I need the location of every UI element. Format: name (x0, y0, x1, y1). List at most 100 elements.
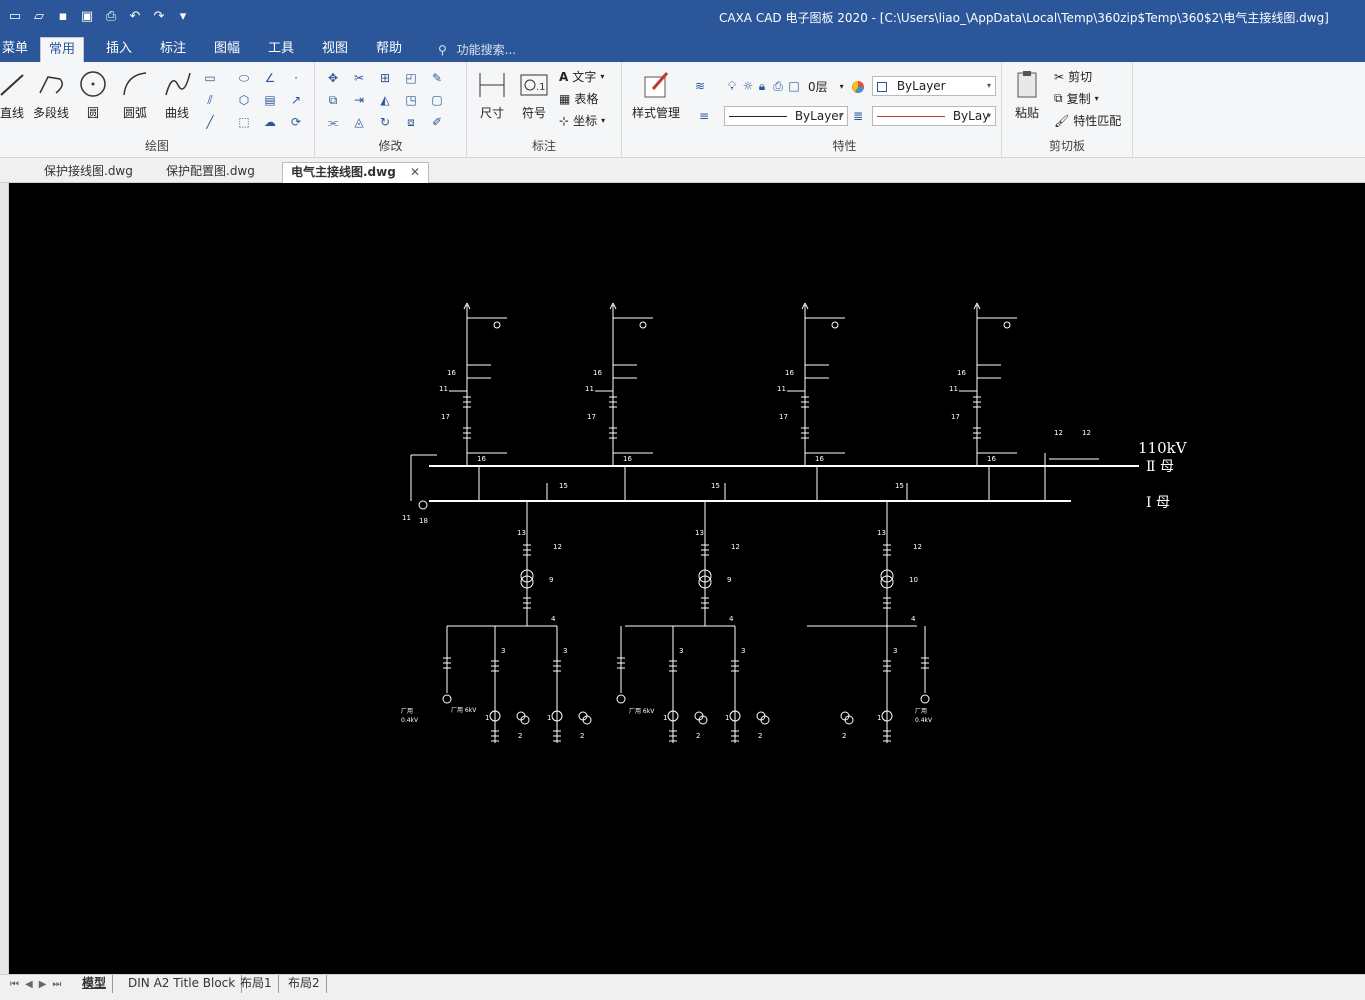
undo-icon[interactable]: ↶ (126, 7, 144, 25)
redo-icon[interactable]: ↷ (150, 7, 168, 25)
stretch-icon[interactable]: ▢ (429, 92, 445, 108)
style-manager-button[interactable]: 样式管理 (628, 68, 684, 121)
symbol-button[interactable]: .1 符号 (517, 68, 551, 121)
menu-tab-menu[interactable]: 菜单 (0, 37, 36, 62)
arc-button[interactable]: 圆弧 (118, 68, 152, 121)
close-icon[interactable]: ✕ (410, 165, 420, 179)
circle-button[interactable]: 圆 (76, 68, 110, 121)
last-layout-icon[interactable]: ⏭ (52, 979, 61, 990)
break-icon[interactable]: ◬ (351, 114, 367, 130)
save-icon[interactable]: ▪ (54, 7, 72, 25)
scissors-icon: ✂ (1054, 69, 1065, 84)
diagram-number: 10 (909, 576, 918, 584)
layer-select[interactable]: 0层 ▾ (808, 78, 844, 95)
left-side-panel[interactable] (0, 183, 9, 974)
lineweight-select[interactable]: ByLay ▾ (872, 106, 996, 126)
copy-button[interactable]: ⧉ 复制 ▾ (1054, 90, 1099, 107)
block-icon[interactable]: ⟳ (288, 114, 304, 130)
layout-tab-model[interactable]: 模型 (76, 975, 114, 993)
explode-icon[interactable]: ⧈ (403, 114, 419, 130)
table-button[interactable]: ▦ 表格 (559, 90, 598, 107)
diagram-number: 18 (419, 517, 428, 525)
feature-search[interactable]: ⚲ 功能搜索... (438, 41, 516, 58)
edit-icon[interactable]: ✐ (429, 114, 445, 130)
menu-tab-frame[interactable]: 图幅 (206, 37, 248, 62)
angle-icon[interactable]: ∠ (262, 70, 278, 86)
layout-tab-layout2[interactable]: 布局2 (282, 975, 327, 993)
boundary-icon[interactable]: ⬚ (236, 114, 252, 130)
customize-qat-icon[interactable]: ▾ (174, 7, 192, 25)
extend-icon[interactable]: ⇥ (351, 92, 367, 108)
parallel-line-icon[interactable]: ⫽ (202, 92, 218, 108)
diagram-number: 3 (563, 647, 567, 655)
erase-icon[interactable]: ✎ (429, 70, 445, 86)
menu-tab-view[interactable]: 视图 (314, 37, 356, 62)
diagram-number: 3 (501, 647, 505, 655)
color-swatch-icon[interactable]: □ (786, 78, 802, 94)
prev-layout-icon[interactable]: ◀ (25, 979, 33, 990)
curve-button[interactable]: 曲线 (160, 68, 194, 121)
diagram-symbol (831, 321, 839, 329)
ellipse-icon[interactable]: ⬭ (236, 70, 252, 86)
color-wheel-icon[interactable] (850, 79, 866, 95)
line-button[interactable]: 直线 (0, 68, 30, 121)
doc-tab-protection-config[interactable]: 保护配置图.dwg (158, 162, 263, 183)
copy-icon[interactable]: ⧉ (325, 92, 341, 108)
move-icon[interactable]: ✥ (325, 70, 341, 86)
menu-tab-tools[interactable]: 工具 (260, 37, 302, 62)
cut-button[interactable]: ✂ 剪切 (1054, 68, 1092, 85)
drawing-canvas[interactable]: 16 11 17 16 16 11 17 16 16 11 17 16 16 11 17 16 12 12 11 18… (9, 183, 1365, 974)
layout-nav: ⏮ ◀ ▶ ⏭ (10, 979, 61, 990)
text-button[interactable]: A 文字 ▾ (559, 68, 604, 85)
rotate-icon[interactable]: ↻ (377, 114, 393, 130)
diagram-number: 2 (842, 732, 846, 740)
point-icon[interactable]: · (288, 70, 304, 86)
first-layout-icon[interactable]: ⏮ (10, 979, 19, 990)
menu-tab-insert[interactable]: 插入 (98, 37, 140, 62)
cloud-icon[interactable]: ☁ (262, 114, 278, 130)
hexagon-icon[interactable]: ⬡ (236, 92, 252, 108)
next-layout-icon[interactable]: ▶ (39, 979, 47, 990)
open-file-icon[interactable]: ▱ (30, 7, 48, 25)
polyline-button[interactable]: 多段线 (30, 68, 72, 121)
coordinate-button[interactable]: ⊹ 坐标 ▾ (559, 112, 605, 129)
diagram-number: 13 (517, 529, 526, 537)
paste-button[interactable]: 粘贴 (1010, 68, 1044, 121)
lock-icon[interactable]: 🔒︎ (754, 78, 770, 94)
print-icon[interactable]: ⎙ (102, 7, 120, 25)
match-properties-button[interactable]: 🖌︎ 特性匹配 (1054, 112, 1121, 129)
dimension-button[interactable]: 尺寸 (475, 68, 509, 121)
doc-tab-protection-wiring[interactable]: 保护接线图.dwg (36, 162, 141, 183)
menu-tab-help[interactable]: 帮助 (368, 37, 410, 62)
menu-tab-common[interactable]: 常用 (40, 37, 85, 62)
leader-icon[interactable]: ↗ (288, 92, 304, 108)
document-tabs: 保护接线图.dwg 保护配置图.dwg 电气主接线图.dwg ✕ (0, 158, 1365, 183)
trim-icon[interactable]: ✂ (351, 70, 367, 86)
save-all-icon[interactable]: ▣ (78, 7, 96, 25)
color-select[interactable]: ByLayer ▾ (872, 76, 996, 96)
symbol-icon: .1 (518, 68, 550, 100)
printer-icon[interactable]: ⎙ (770, 78, 786, 94)
diagram-number: 4 (551, 615, 556, 623)
layout-tab-din-a2[interactable]: DIN A2 Title Block (122, 975, 243, 993)
centerline-icon[interactable]: ╱ (202, 114, 218, 130)
chevron-down-icon: ▾ (986, 81, 991, 90)
offset-icon[interactable]: ⫘ (325, 114, 341, 130)
menu-tab-annotate[interactable]: 标注 (152, 37, 194, 62)
voltage-label: 110kV (1138, 439, 1188, 457)
doc-tab-main-wiring[interactable]: 电气主接线图.dwg ✕ (282, 162, 430, 183)
layout-tab-layout1[interactable]: 布局1 (234, 975, 279, 993)
array-icon[interactable]: ⊞ (377, 70, 393, 86)
linetype-select[interactable]: ByLayer ▾ (724, 106, 848, 126)
scale-icon[interactable]: ◳ (403, 92, 419, 108)
new-file-icon[interactable]: ▭ (6, 7, 24, 25)
lineweight-icon[interactable]: ≣ (850, 108, 866, 124)
mirror-icon[interactable]: ◭ (377, 92, 393, 108)
hatch-icon[interactable]: ▤ (262, 92, 278, 108)
linetype-icon[interactable]: ≡ (696, 108, 712, 124)
diagram-number: 11 (402, 514, 411, 522)
fillet-icon[interactable]: ◰ (403, 70, 419, 86)
rectangle-icon[interactable]: ▭ (202, 70, 218, 86)
lightbulb-icon[interactable]: 💡︎ (724, 78, 740, 94)
layer-manager-icon[interactable]: ≋ (692, 78, 708, 94)
